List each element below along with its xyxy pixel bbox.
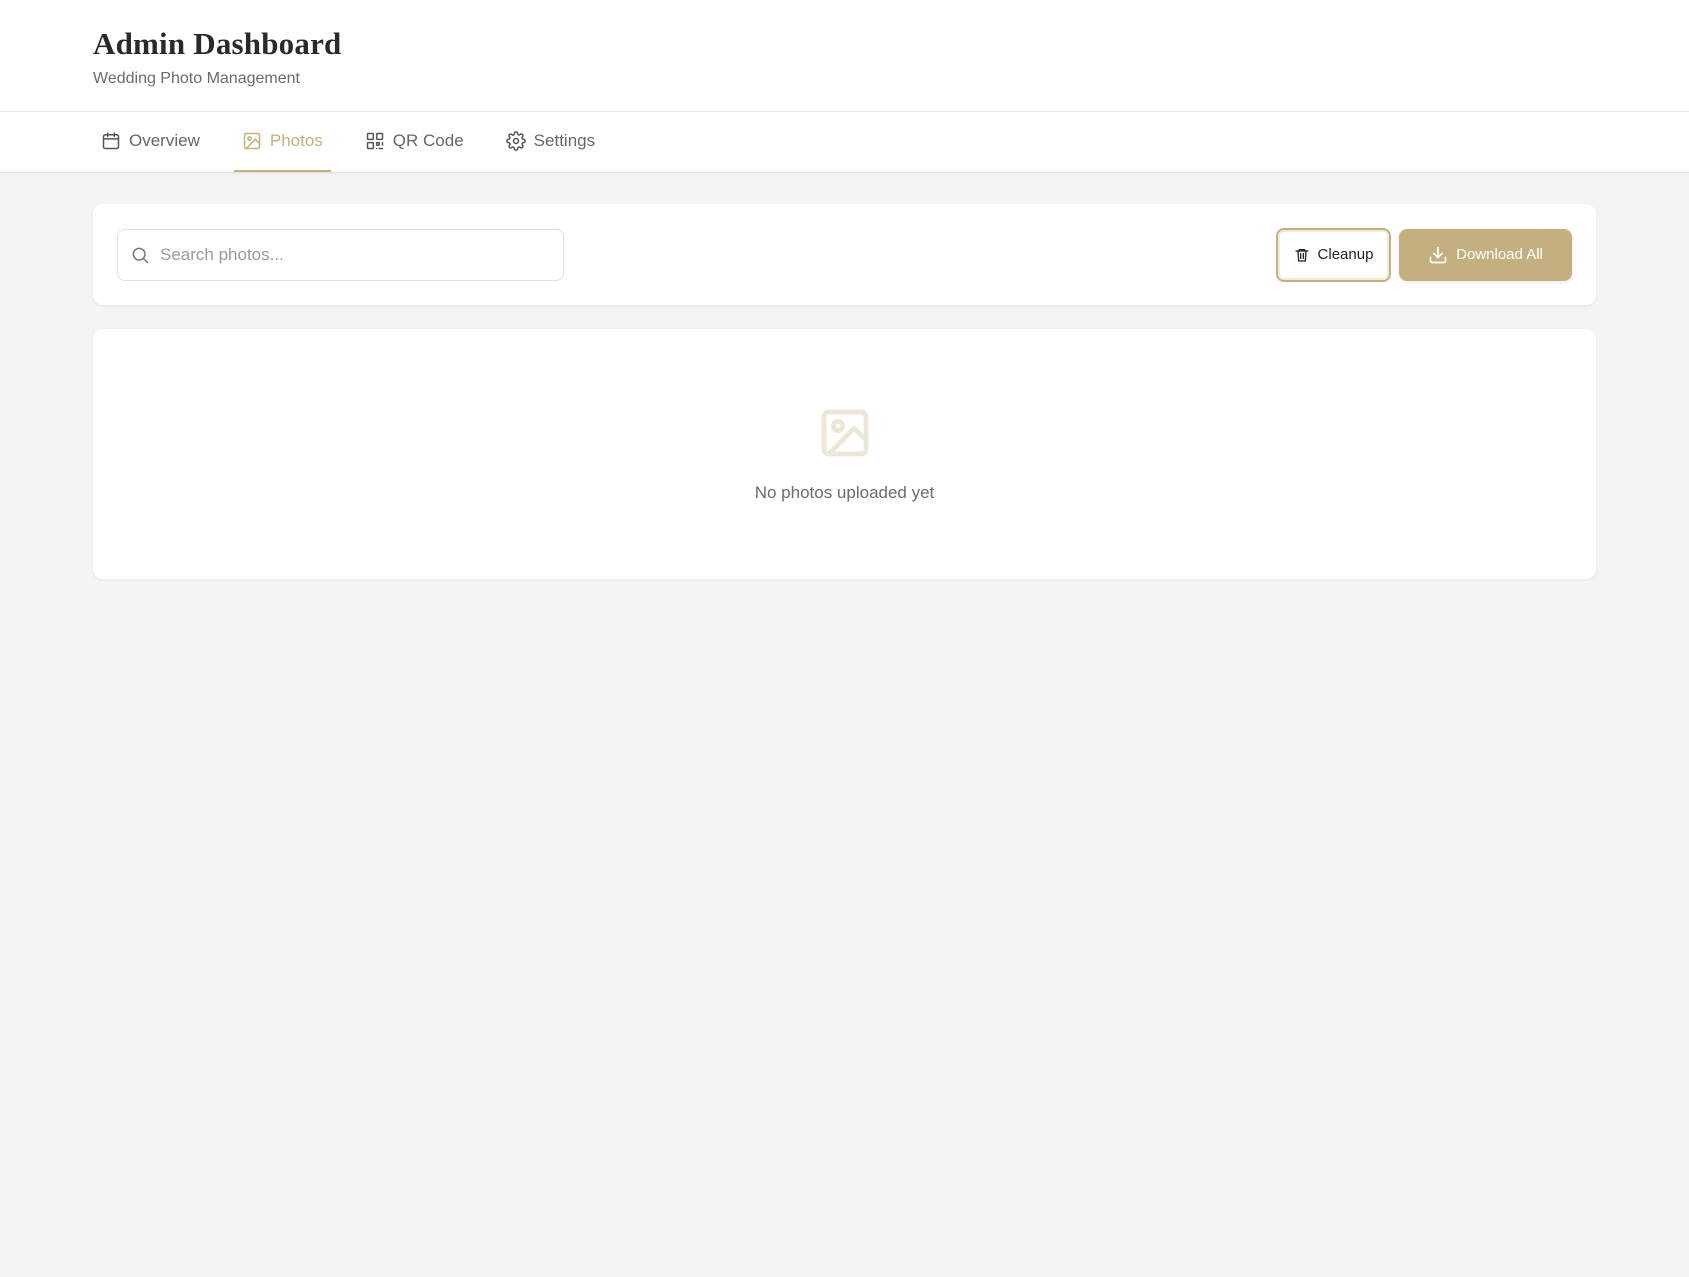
tab-photos[interactable]: Photos [233, 112, 331, 172]
download-all-label: Download All [1456, 246, 1543, 263]
download-all-button[interactable]: Download All [1399, 228, 1572, 281]
image-icon [243, 132, 261, 150]
tab-bar: Overview Photos QR Code Settings [0, 112, 1689, 173]
gear-icon [505, 131, 526, 151]
tab-label: Settings [533, 131, 596, 150]
cleanup-label: Cleanup [1317, 246, 1374, 263]
qr-code-icon [366, 132, 384, 150]
image-placeholder-icon [821, 409, 868, 457]
empty-state-message: No photos uploaded yet [754, 483, 935, 502]
main-content: Cleanup Download All No photos uploaded … [0, 173, 1689, 579]
toolbar-actions: Cleanup Download All [1276, 227, 1572, 282]
search-input[interactable] [160, 244, 540, 265]
search-icon [132, 247, 149, 263]
cleanup-button[interactable]: Cleanup [1276, 227, 1391, 282]
tab-label: Photos [269, 131, 323, 150]
page-title: Admin Dashboard [93, 26, 342, 61]
tab-settings[interactable]: Settings [498, 112, 603, 172]
page-subtitle: Wedding Photo Management [93, 70, 300, 87]
photos-toolbar: Cleanup Download All [93, 204, 1596, 305]
download-icon [1429, 246, 1447, 263]
tab-label: QR Code [392, 131, 464, 150]
tab-qr-code[interactable]: QR Code [357, 112, 472, 172]
trash-icon [1294, 248, 1309, 262]
page-header: Admin Dashboard Wedding Photo Management [0, 0, 1689, 112]
search-box[interactable] [117, 228, 564, 281]
calendar-icon [102, 132, 120, 150]
empty-state-card: No photos uploaded yet [93, 329, 1596, 579]
tab-label: Overview [129, 131, 200, 150]
tab-overview[interactable]: Overview [93, 112, 208, 172]
